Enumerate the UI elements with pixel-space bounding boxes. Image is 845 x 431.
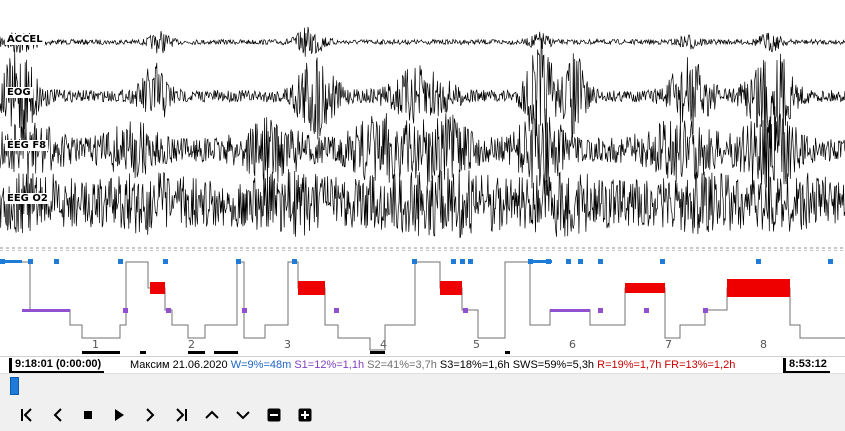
deep-band xyxy=(214,351,238,354)
s1-marker xyxy=(334,308,339,313)
zoom-out-button[interactable] xyxy=(263,404,285,426)
deep-band xyxy=(140,351,146,354)
cycle-label: 7 xyxy=(665,338,672,351)
cycle-label: 5 xyxy=(473,338,480,351)
wake-marker xyxy=(412,259,417,264)
wake-marker xyxy=(118,259,123,264)
rem-block xyxy=(440,281,462,295)
s1-marker xyxy=(463,308,468,313)
wake-marker xyxy=(163,259,168,264)
skip-first-icon xyxy=(21,408,32,422)
signal-trace xyxy=(0,168,845,239)
next-button[interactable] xyxy=(139,404,161,426)
signal-traces[interactable] xyxy=(0,0,845,250)
cycle-label: 2 xyxy=(188,338,195,351)
s1-marker xyxy=(123,308,128,313)
wake-marker xyxy=(660,259,665,264)
deep-band xyxy=(188,351,205,354)
wake-marker xyxy=(292,259,297,264)
rem-block xyxy=(625,283,665,293)
deep-band xyxy=(505,351,510,354)
signal-trace xyxy=(0,26,845,57)
cycle-label: 4 xyxy=(380,338,387,351)
play-icon xyxy=(115,409,124,421)
wake-marker xyxy=(28,259,33,264)
cycle-label: 1 xyxy=(92,338,99,351)
rem-block xyxy=(727,279,790,297)
stat-s1: S1=12%=1,1h xyxy=(294,359,365,371)
rem-block xyxy=(298,281,325,295)
plus-icon xyxy=(298,408,312,422)
start-time: 9:18:01 (0:00:00) xyxy=(9,358,105,373)
channel-label-eeg-o2: EEG O2 xyxy=(5,193,50,204)
channel-label-eog: EOG xyxy=(5,87,33,98)
zoom-in-button[interactable] xyxy=(294,404,316,426)
wake-marker xyxy=(566,259,571,264)
signal-view[interactable]: ACCEL EOG EEG F8 EEG O2 xyxy=(0,0,845,250)
stat-s3: S3=18%=1,6h xyxy=(439,359,510,371)
scale-up-button[interactable] xyxy=(201,404,223,426)
s1-marker xyxy=(166,308,171,313)
wake-marker xyxy=(451,259,456,264)
channel-label-eeg-f8: EEG F8 xyxy=(5,140,49,151)
wake-marker xyxy=(756,259,761,264)
s1-marker xyxy=(703,308,708,313)
timeline-scrollbar[interactable] xyxy=(0,373,845,399)
skip-last-icon xyxy=(176,408,187,422)
wake-band xyxy=(530,260,552,263)
s1-marker xyxy=(598,308,603,313)
chevron-right-icon xyxy=(146,408,155,422)
scale-down-button[interactable] xyxy=(232,404,254,426)
stop-icon xyxy=(84,411,92,419)
chevron-down-icon xyxy=(236,411,250,420)
stat-patient: Максим 21.06.2020 xyxy=(130,359,228,371)
s1-marker xyxy=(644,308,649,313)
end-time: 8:53:12 xyxy=(783,358,830,373)
scrollbar-thumb[interactable] xyxy=(10,377,19,395)
status-bar: 9:18:01 (0:00:00) Максим 21.06.2020 W=9%… xyxy=(0,356,845,373)
chevron-up-icon xyxy=(205,410,219,419)
deep-band xyxy=(82,351,120,354)
stat-fr: FR=13%=1,2h xyxy=(664,359,736,371)
wake-marker xyxy=(236,259,241,264)
sleep-stats: Максим 21.06.2020 W=9%=48m S1=12%=1,1h S… xyxy=(130,357,735,373)
s1-band xyxy=(550,309,590,312)
wake-marker xyxy=(54,259,59,264)
wake-marker xyxy=(468,259,473,264)
s1-marker xyxy=(242,308,247,313)
channel-label-accel: ACCEL xyxy=(5,34,45,45)
wake-band xyxy=(0,260,22,263)
stop-button[interactable] xyxy=(77,404,99,426)
cycle-label: 3 xyxy=(284,338,291,351)
first-button[interactable] xyxy=(16,404,38,426)
hypnogram[interactable]: 1 2 3 4 5 6 7 8 xyxy=(0,249,845,356)
hypnogram-plot[interactable]: 1 2 3 4 5 6 7 8 xyxy=(0,249,845,356)
wake-marker xyxy=(598,259,603,264)
wake-marker xyxy=(578,259,583,264)
chevron-left-icon xyxy=(53,408,62,422)
deep-band xyxy=(370,351,385,354)
rem-block xyxy=(150,282,165,294)
wake-marker xyxy=(828,259,833,264)
cycle-label: 8 xyxy=(760,338,767,351)
play-button[interactable] xyxy=(108,404,130,426)
cycle-label: 6 xyxy=(569,338,576,351)
minus-icon xyxy=(267,408,281,422)
last-button[interactable] xyxy=(170,404,192,426)
stat-sws: SWS=59%=5,3h xyxy=(512,359,595,371)
hypnogram-line xyxy=(0,261,845,351)
stat-s2: S2=41%=3,7h xyxy=(367,359,437,371)
wake-marker xyxy=(460,259,465,264)
s1-band xyxy=(22,309,70,312)
stat-wake: W=9%=48m xyxy=(230,359,292,371)
prev-button[interactable] xyxy=(47,404,69,426)
playback-toolbar xyxy=(0,398,845,431)
stat-rem: R=19%=1,7h xyxy=(597,359,662,371)
